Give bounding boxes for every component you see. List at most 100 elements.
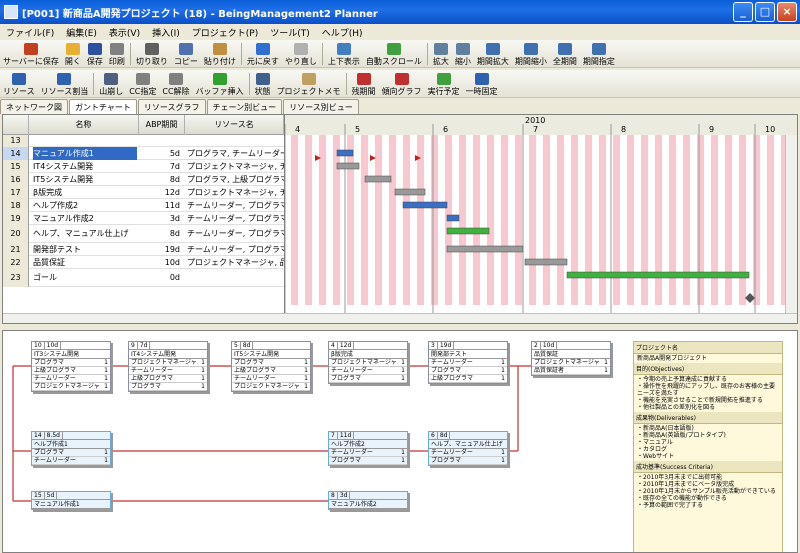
row-number: 20 <box>3 225 29 243</box>
undo-icon <box>255 43 270 55</box>
redo-button[interactable]: やり直し <box>282 40 320 67</box>
resource-button[interactable]: リソース <box>0 70 38 97</box>
task-bar <box>446 227 490 235</box>
period-shrink-button[interactable]: 期間縮小 <box>512 40 550 67</box>
abp-column-header[interactable]: ABP期間 <box>139 115 185 135</box>
toolbar-label: やり直し <box>284 57 317 66</box>
status-button[interactable]: 状態 <box>252 70 274 97</box>
menu-help[interactable]: ヘルプ(H) <box>316 26 369 39</box>
table-row[interactable]: 15 IT4システム開発 7d プロジェクトマネージャ, チー <box>3 160 284 173</box>
table-row[interactable]: 22 品質保証 10d プロジェクトマネージャ, 品質 <box>3 256 284 269</box>
toolbar-label: 切り取り <box>135 57 168 66</box>
period-set-button[interactable]: 期間指定 <box>580 40 618 67</box>
undo-button[interactable]: 元に戻す <box>244 40 282 67</box>
table-row[interactable]: 13 <box>3 135 284 147</box>
tab-resource-graph[interactable]: リソースグラフ <box>137 99 206 114</box>
network-node[interactable]: 10 10d IT3システム開発 プログラマ 1 上級プログラマ 1 チームリーダー 1 プロジェ… <box>31 341 111 392</box>
gantt-horizontal-scrollbar[interactable] <box>3 313 797 323</box>
node-resource: プログラマ 1 <box>32 359 110 367</box>
toolbar-label: サーバーに保存 <box>3 57 59 66</box>
name-column-header[interactable]: 名称 <box>29 115 139 135</box>
save-button[interactable]: 保存 <box>84 40 106 67</box>
node-id: 14 <box>32 432 45 439</box>
table-row[interactable]: 19 マニュアル作成2 3d チームリーダー, プログラマ <box>3 212 284 225</box>
menu-file[interactable]: ファイル(F) <box>0 26 60 39</box>
resource-assign-button[interactable]: リソース割当 <box>38 70 92 97</box>
row-number: 17 <box>3 186 29 199</box>
tab-chain-view[interactable]: チェーン別ビュー <box>206 99 283 114</box>
resource-names: チームリーダー, プログラマ <box>187 214 284 223</box>
print-button[interactable]: 印刷 <box>106 40 128 67</box>
table-row[interactable]: 17 β版完成 12d プロジェクトマネージャ, チー <box>3 186 284 199</box>
network-node[interactable]: 4 12d β版完成 プロジェクトマネージャ 1 チームリーダー 1 プログラマ 1 <box>328 341 408 384</box>
open-folder-button[interactable]: 開く <box>62 40 84 67</box>
remaining-button[interactable]: 残期間 <box>349 70 379 97</box>
period-expand-button[interactable]: 期間拡大 <box>474 40 512 67</box>
node-id: 5 <box>232 342 241 349</box>
table-row[interactable]: 20 ヘルプ、マニュアル仕上げ 8d チームリーダー, プログラマ <box>3 225 284 243</box>
table-row[interactable]: 21 開発部テスト 19d チームリーダー, プログラマ, ... <box>3 243 284 256</box>
toolbar-label: 状態 <box>254 87 271 96</box>
split-view-button[interactable]: 上下表示 <box>325 40 363 67</box>
full-period-button[interactable]: 全期間 <box>550 40 580 67</box>
tab-resource-view[interactable]: リソース別ビュー <box>283 99 359 114</box>
project-memo-button[interactable]: プロジェクトメモ <box>274 70 344 97</box>
menu-insert[interactable]: 挿入(I) <box>146 26 186 39</box>
cc-set-button[interactable]: CC指定 <box>126 70 159 97</box>
toolbar-label: 期間拡大 <box>476 57 509 66</box>
cut-button[interactable]: 切り取り <box>133 40 171 67</box>
network-node[interactable]: 6 8d ヘルプ、マニュアル仕上げ チームリーダー 1 プログラマ 1 <box>428 431 508 466</box>
table-row[interactable]: 16 IT5システム開発 8d プログラマ, 上級プログラマ, <box>3 173 284 186</box>
table-row[interactable]: 23 ゴール 0d <box>3 269 284 287</box>
copy-button[interactable]: コピー <box>171 40 201 67</box>
network-node[interactable]: 2 10d 品質保証 プロジェクトマネージャ 1 品質保証者 1 <box>531 341 611 376</box>
close-button[interactable]: × <box>777 2 797 22</box>
auto-scroll-button[interactable]: 自動スクロール <box>363 40 425 67</box>
node-title: マニュアル作成2 <box>329 500 407 509</box>
maximize-button[interactable]: □ <box>755 2 775 22</box>
gantt-vertical-scrollbar[interactable] <box>785 135 797 313</box>
trend-graph-button[interactable]: 傾向グラフ <box>379 70 425 97</box>
save-server-button[interactable]: サーバーに保存 <box>0 40 62 67</box>
network-node[interactable]: 14 8.5d ヘルプ作成1 プログラマ 1 チームリーダー 1 <box>31 431 111 466</box>
pin-button[interactable]: 一時固定 <box>463 70 501 97</box>
year-label: 2010 <box>525 116 545 125</box>
tab-network[interactable]: ネットワーク図 <box>0 99 68 114</box>
network-node[interactable]: 9 7d IT4システム開発 プロジェクトマネージャ 1 チームリーダー 1 上級プログラマ 1… <box>128 341 208 392</box>
node-resource: プロジェクトマネージャ 1 <box>532 359 610 367</box>
node-resource: チームリーダー 1 <box>429 449 507 457</box>
menu-view[interactable]: 表示(V) <box>103 26 146 39</box>
plan-button[interactable]: 実行予定 <box>425 70 463 97</box>
network-node[interactable]: 3 19d 開発部テスト チームリーダー 1 プログラマ 1 上級プログラマ 1 <box>428 341 508 384</box>
task-bar <box>394 188 426 196</box>
minimize-button[interactable]: _ <box>733 2 753 22</box>
table-row[interactable]: 14 マニュアル作成1 5d プログラマ, チームリーダー <box>3 147 284 160</box>
zoom-out-button[interactable]: 縮小 <box>452 40 474 67</box>
node-id: 9 <box>129 342 138 349</box>
network-node[interactable]: 8 3d マニュアル作成2 <box>328 491 408 510</box>
resource-name: チームリーダー <box>34 457 76 464</box>
menu-edit[interactable]: 編集(E) <box>60 26 103 39</box>
row-number: 14 <box>3 147 29 160</box>
resource-column-header[interactable]: リソース名 <box>185 115 284 135</box>
weekend-stripe <box>669 135 676 305</box>
network-node[interactable]: 5 8d IT5システム開発 プログラマ 1 上級プログラマ 1 チームリーダー 1 プロジェクト… <box>231 341 311 392</box>
menu-tools[interactable]: ツール(T) <box>264 26 316 39</box>
leveling-button[interactable]: 山崩し <box>96 70 126 97</box>
menu-project[interactable]: プロジェクト(P) <box>186 26 264 39</box>
buffer-insert-button[interactable]: バッファ挿入 <box>193 70 247 97</box>
tab-gantt[interactable]: ガントチャート <box>69 99 137 114</box>
network-node[interactable]: 15 5d マニュアル作成1 <box>31 491 111 510</box>
network-panel: 10 10d IT3システム開発 プログラマ 1 上級プログラマ 1 チームリーダー 1 プロジェ… <box>2 330 798 553</box>
copy-icon <box>178 43 193 55</box>
table-row[interactable]: 18 ヘルプ作成2 11d チームリーダー, プログラマ <box>3 199 284 212</box>
node-title: ヘルプ作成2 <box>329 440 407 449</box>
paste-button[interactable]: 貼り付け <box>201 40 239 67</box>
month-label: 6 <box>443 125 448 134</box>
network-node[interactable]: 7 11d ヘルプ作成2 チームリーダー 1 プログラマ 1 <box>328 431 408 466</box>
toolbar-label: 貼り付け <box>203 57 236 66</box>
zoom-in-button[interactable]: 拡大 <box>430 40 452 67</box>
resource-names: チームリーダー, プログラマ <box>187 201 284 210</box>
node-resource: 品質保証者 1 <box>532 367 610 375</box>
cc-clear-button[interactable]: CC解除 <box>159 70 192 97</box>
